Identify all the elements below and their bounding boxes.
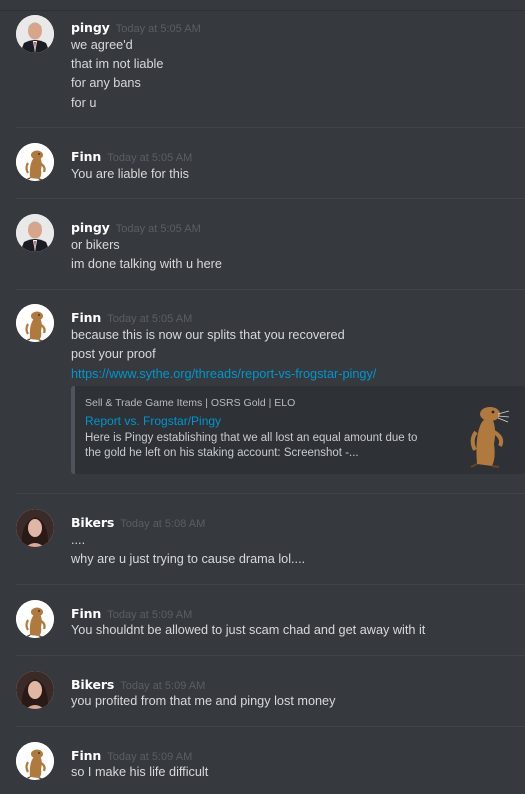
avatar-pingy[interactable]	[16, 15, 54, 53]
message-divider	[16, 655, 525, 656]
username[interactable]: Finn	[71, 149, 101, 164]
link-embed: Sell & Trade Game Items | OSRS Gold | EL…	[71, 386, 525, 474]
username[interactable]: Finn	[71, 310, 101, 325]
avatar-bikers[interactable]	[16, 509, 54, 547]
otter-avatar-icon	[16, 304, 54, 342]
message-line: post your proof	[71, 347, 156, 361]
message-line: for u	[71, 96, 97, 110]
man-in-suit-avatar-icon	[16, 214, 54, 252]
message-divider	[16, 493, 525, 494]
message-line: you profited from that me and pingy lost…	[71, 694, 336, 708]
avatar-finn[interactable]	[16, 143, 54, 181]
avatar-pingy[interactable]	[16, 214, 54, 252]
message-divider	[16, 198, 525, 199]
message-line: for any bans	[71, 76, 141, 90]
timestamp: Today at 5:09 AM	[107, 751, 193, 763]
message-link[interactable]: https://www.sythe.org/threads/report-vs-…	[71, 366, 376, 382]
avatar-finn[interactable]	[16, 742, 54, 780]
top-border	[0, 0, 525, 11]
message-line: im done talking with u here	[71, 257, 222, 271]
message-line: or bikers	[71, 238, 120, 252]
message-line: You are liable for this	[71, 167, 190, 181]
timestamp: Today at 5:09 AM	[120, 680, 206, 692]
avatar-finn[interactable]	[16, 304, 54, 342]
woman-avatar-icon	[16, 671, 54, 709]
avatar-bikers[interactable]	[16, 671, 54, 709]
embed-provider[interactable]: Sell & Trade Game Items | OSRS Gold | EL…	[85, 397, 295, 409]
message-line: ....	[71, 533, 86, 547]
message-line: that im not liable	[71, 57, 164, 71]
otter-thumbnail-icon[interactable]	[462, 394, 512, 468]
username[interactable]: Finn	[71, 748, 101, 763]
username[interactable]: pingy	[71, 20, 110, 35]
timestamp: Today at 5:05 AM	[115, 223, 201, 235]
username[interactable]: Bikers	[71, 677, 114, 692]
embed-title[interactable]: Report vs. Frogstar/Pingy	[85, 414, 221, 428]
otter-avatar-icon	[16, 600, 54, 638]
message-line: why are u just trying to cause drama lol…	[71, 552, 306, 566]
otter-avatar-icon	[16, 143, 54, 181]
timestamp: Today at 5:05 AM	[107, 313, 193, 325]
timestamp: Today at 5:05 AM	[115, 23, 201, 35]
message-line: You shouldnt be allowed to just scam cha…	[71, 623, 426, 637]
timestamp: Today at 5:05 AM	[107, 152, 193, 164]
message-line: so I make his life difficult	[71, 765, 209, 779]
username[interactable]: pingy	[71, 220, 110, 235]
timestamp: Today at 5:08 AM	[120, 518, 206, 530]
message-line: because this is now our splits that you …	[71, 328, 345, 342]
otter-avatar-icon	[16, 742, 54, 780]
message-divider	[16, 726, 525, 727]
message-line: we agree'd	[71, 38, 133, 52]
username[interactable]: Bikers	[71, 515, 114, 530]
timestamp: Today at 5:09 AM	[107, 609, 193, 621]
message-divider	[16, 127, 525, 128]
woman-avatar-icon	[16, 509, 54, 547]
avatar-finn[interactable]	[16, 600, 54, 638]
message-divider	[16, 584, 525, 585]
message-divider	[16, 289, 525, 290]
embed-description: Here is Pingy establishing that we all l…	[85, 432, 418, 459]
username[interactable]: Finn	[71, 606, 101, 621]
man-in-suit-avatar-icon	[16, 15, 54, 53]
